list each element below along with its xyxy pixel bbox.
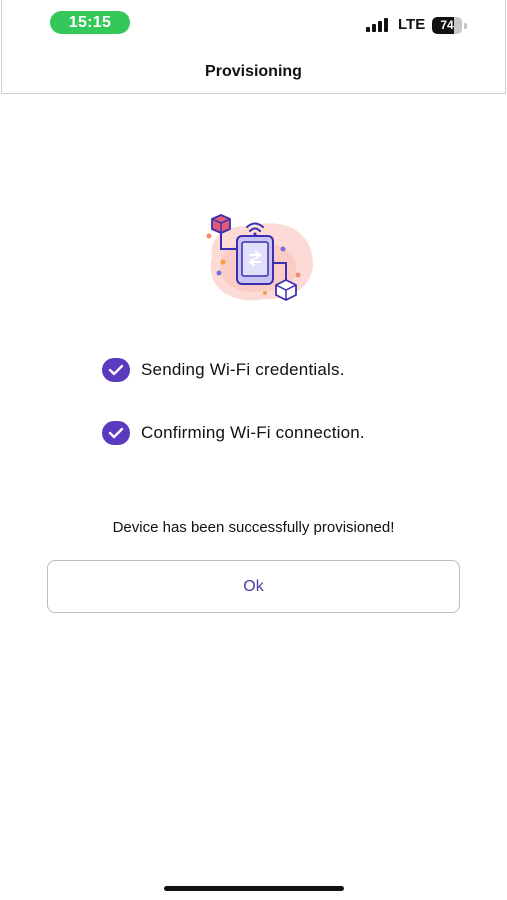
device-provisioning-illustration xyxy=(206,214,313,301)
page-title: Provisioning xyxy=(205,63,302,80)
step-item-confirming-connection: Confirming Wi-Fi connection. xyxy=(102,420,365,446)
checkmark-circle-icon xyxy=(102,421,130,445)
step-label: Confirming Wi-Fi connection. xyxy=(141,423,365,442)
ok-button[interactable]: Ok xyxy=(47,560,460,613)
checkmark-circle-icon xyxy=(102,358,130,382)
step-label: Sending Wi-Fi credentials. xyxy=(141,360,345,379)
home-indicator[interactable] xyxy=(164,886,344,891)
success-message: Device has been successfully provisioned… xyxy=(112,519,395,536)
step-item-sending-credentials: Sending Wi-Fi credentials. xyxy=(102,357,345,383)
